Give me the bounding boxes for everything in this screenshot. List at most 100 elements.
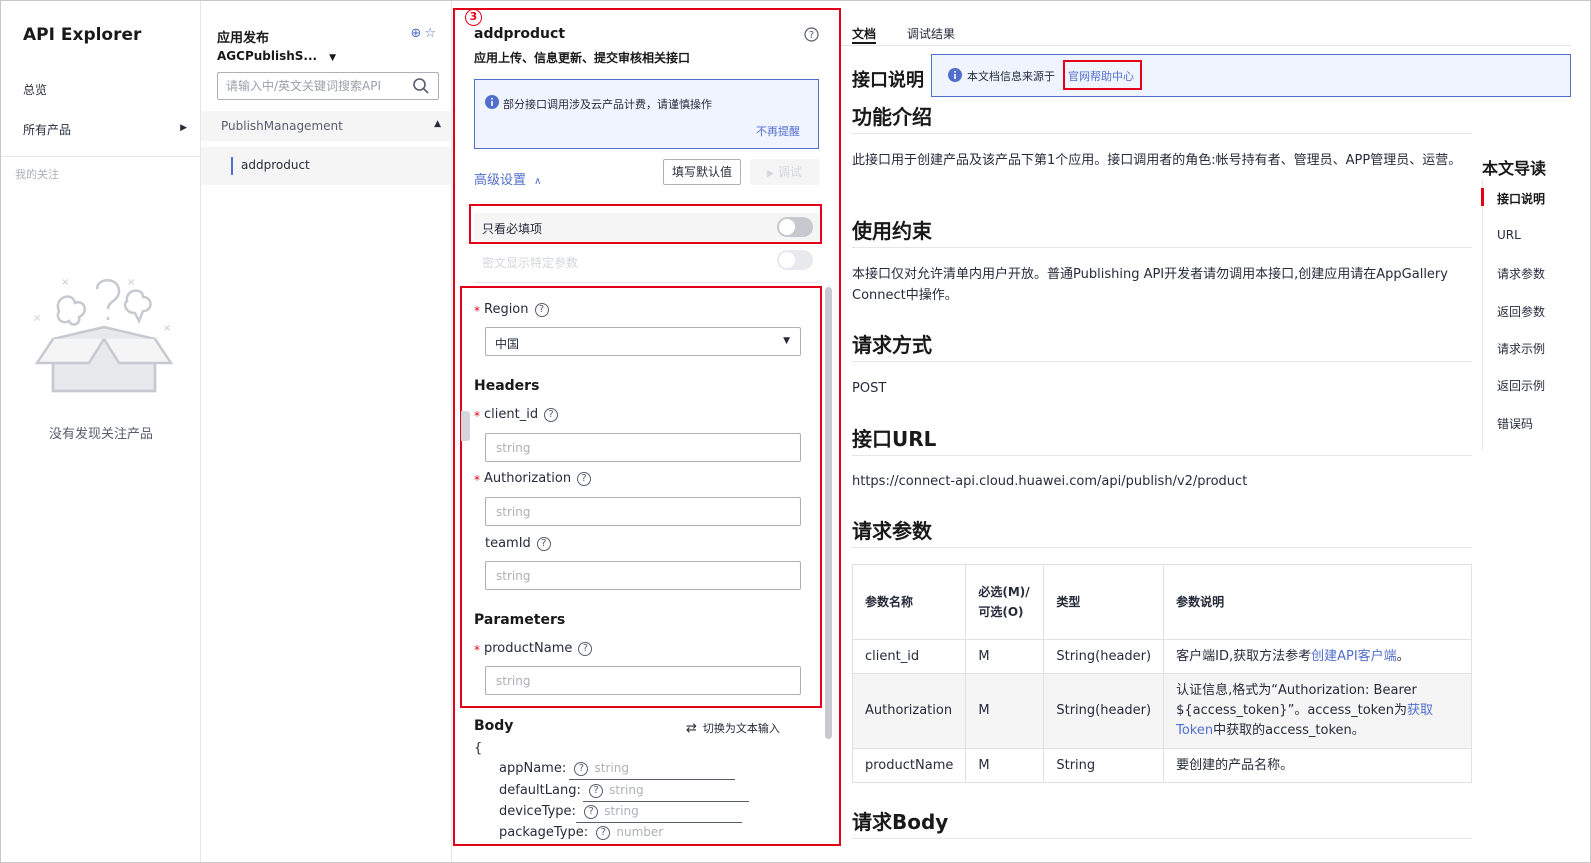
- region-label: * Region?: [474, 302, 549, 318]
- tab-doc[interactable]: 文档: [852, 25, 876, 42]
- api-description: 应用上传、信息更新、提交审核相关接口: [474, 51, 691, 65]
- active-indicator: [231, 157, 233, 175]
- body-field-type[interactable]: string: [609, 783, 643, 797]
- help-icon[interactable]: ?: [588, 784, 603, 798]
- table-cell: 认证信息,格式为“Authorization: Bearer ${access_…: [1163, 673, 1472, 749]
- body-field-name: deviceType:: [499, 804, 576, 819]
- desc-text: 中获取的access_token。: [1213, 723, 1365, 738]
- input-underline: [569, 779, 735, 780]
- api-item-label: addproduct: [241, 158, 310, 172]
- table-cell: M: [965, 673, 1045, 749]
- caret-down-icon: ▼: [783, 336, 790, 346]
- section-api-desc: 接口说明: [852, 70, 924, 91]
- plain-show-toggle[interactable]: [777, 250, 813, 270]
- search-icon[interactable]: [412, 77, 430, 95]
- svg-text:×: ×: [127, 277, 135, 288]
- region-select[interactable]: 中国 ▼: [485, 327, 801, 356]
- help-icon[interactable]: ?: [804, 27, 819, 42]
- nav-all-products-label: 所有产品: [23, 123, 72, 137]
- table-header: 类型: [1043, 564, 1165, 640]
- required-star: *: [474, 473, 480, 487]
- info-icon: [948, 68, 962, 82]
- toc-item-response-params[interactable]: 返回参数: [1497, 303, 1545, 320]
- api-item-addproduct[interactable]: addproduct: [201, 147, 451, 185]
- help-icon[interactable]: ?: [544, 408, 559, 422]
- body-field-devicetype: deviceType: ? string: [499, 804, 742, 823]
- only-required-row: 只看必填项: [474, 213, 819, 241]
- service-panel: 应用发布 ⊕☆ AGCPublishS... ▼ PublishManagemen…: [201, 1, 452, 862]
- empty-follow-text: 没有发现关注产品: [48, 427, 153, 442]
- active-tab-indicator: [852, 42, 876, 44]
- service-version-select[interactable]: AGCPublishS... ▼: [217, 49, 336, 63]
- help-icon[interactable]: ?: [584, 805, 599, 819]
- table-cell: Authorization: [851, 673, 967, 749]
- help-icon[interactable]: ?: [577, 472, 592, 486]
- toc-rail: [1482, 180, 1483, 450]
- help-icon[interactable]: ?: [574, 762, 589, 776]
- body-title: Body: [474, 718, 514, 734]
- table-cell: 要创建的产品名称。: [1163, 748, 1472, 783]
- divider: [1, 156, 200, 157]
- api-group-label: PublishManagement: [221, 119, 343, 133]
- help-icon[interactable]: ?: [596, 826, 611, 840]
- table-cell: 客户端ID,获取方法参考创建API客户端。: [1163, 639, 1472, 674]
- table-cell: String(header): [1043, 639, 1165, 674]
- divider: [852, 547, 1472, 548]
- body-field-packagetype: packageType: ? number: [499, 825, 663, 840]
- authorization-input[interactable]: [485, 497, 801, 526]
- toc-item-url[interactable]: URL: [1497, 228, 1521, 242]
- debug-button-label: 调试: [777, 165, 802, 179]
- table-cell: M: [965, 639, 1045, 674]
- table-row: client_id M String(header) 客户端ID,获取方法参考创…: [851, 639, 1472, 674]
- body-field-type[interactable]: number: [616, 825, 663, 839]
- advanced-settings-toggle[interactable]: 高级设置 ∧: [474, 169, 541, 188]
- body-field-name: appName:: [499, 761, 567, 776]
- toc-item-api-desc[interactable]: 接口说明: [1497, 190, 1545, 207]
- api-group-publishmanagement[interactable]: PublishManagement ▲: [201, 111, 451, 141]
- parameters-title: Parameters: [474, 612, 566, 628]
- heading-url: 接口URL: [852, 427, 937, 451]
- debug-button[interactable]: ▶ 调试: [750, 159, 819, 185]
- collapse-handle[interactable]: [461, 411, 470, 441]
- table-header: 必选(M)/可选(O): [965, 564, 1045, 640]
- body-field-type[interactable]: string: [604, 804, 638, 818]
- table-header: 参数名称: [851, 564, 967, 640]
- product-name-label-text: productName: [484, 641, 573, 656]
- help-icon[interactable]: ?: [534, 303, 549, 317]
- api-search-input[interactable]: [218, 73, 398, 99]
- toc-item-error-codes[interactable]: 错误码: [1497, 415, 1533, 432]
- client-id-input[interactable]: [485, 433, 801, 462]
- nav-all-products[interactable]: 所有产品 ▶: [23, 121, 187, 138]
- api-search-box: [217, 72, 439, 100]
- toc-item-request-example[interactable]: 请求示例: [1497, 340, 1545, 357]
- api-name: addproduct: [474, 26, 566, 42]
- client-id-label: * client_id?: [474, 407, 559, 423]
- left-nav: API Explorer 总览 所有产品 ▶ 我的关注 × × × × 没有发现关注产…: [1, 1, 201, 862]
- my-follow-heading: 我的关注: [15, 168, 59, 181]
- toc-item-response-example[interactable]: 返回示例: [1497, 377, 1545, 394]
- dismiss-link[interactable]: 不再提醒: [756, 123, 800, 139]
- app-title: API Explorer: [23, 25, 142, 45]
- nav-overview[interactable]: 总览: [23, 81, 47, 98]
- info-icon: [485, 95, 499, 109]
- create-client-link[interactable]: 创建API客户端: [1311, 649, 1397, 664]
- star-icon[interactable]: ☆: [424, 26, 439, 41]
- chevron-down-icon: ▼: [329, 53, 337, 63]
- desc-text: 认证信息,格式为“Authorization: Bearer ${access_…: [1176, 683, 1417, 718]
- form-scrollbar[interactable]: [825, 287, 832, 739]
- body-field-appname: appName: ? string: [499, 761, 735, 780]
- teamid-input[interactable]: [485, 561, 801, 590]
- toc-item-request-params[interactable]: 请求参数: [1497, 265, 1545, 282]
- tab-debug-result[interactable]: 调试结果: [907, 25, 955, 42]
- help-icon[interactable]: ?: [578, 642, 593, 656]
- help-icon[interactable]: ?: [536, 537, 551, 551]
- product-name-input[interactable]: [485, 666, 801, 695]
- heading-params: 请求参数: [852, 519, 932, 543]
- only-required-toggle[interactable]: [777, 217, 813, 237]
- globe-icon[interactable]: ⊕: [410, 26, 424, 41]
- fill-default-button[interactable]: 填写默认值: [663, 159, 741, 185]
- switch-text-label: 切换为文本输入: [702, 722, 780, 735]
- help-center-link[interactable]: 官网帮助中心: [1068, 68, 1134, 84]
- body-field-type[interactable]: string: [594, 761, 628, 775]
- switch-text-input-button[interactable]: ⇄ 切换为文本输入: [686, 720, 780, 736]
